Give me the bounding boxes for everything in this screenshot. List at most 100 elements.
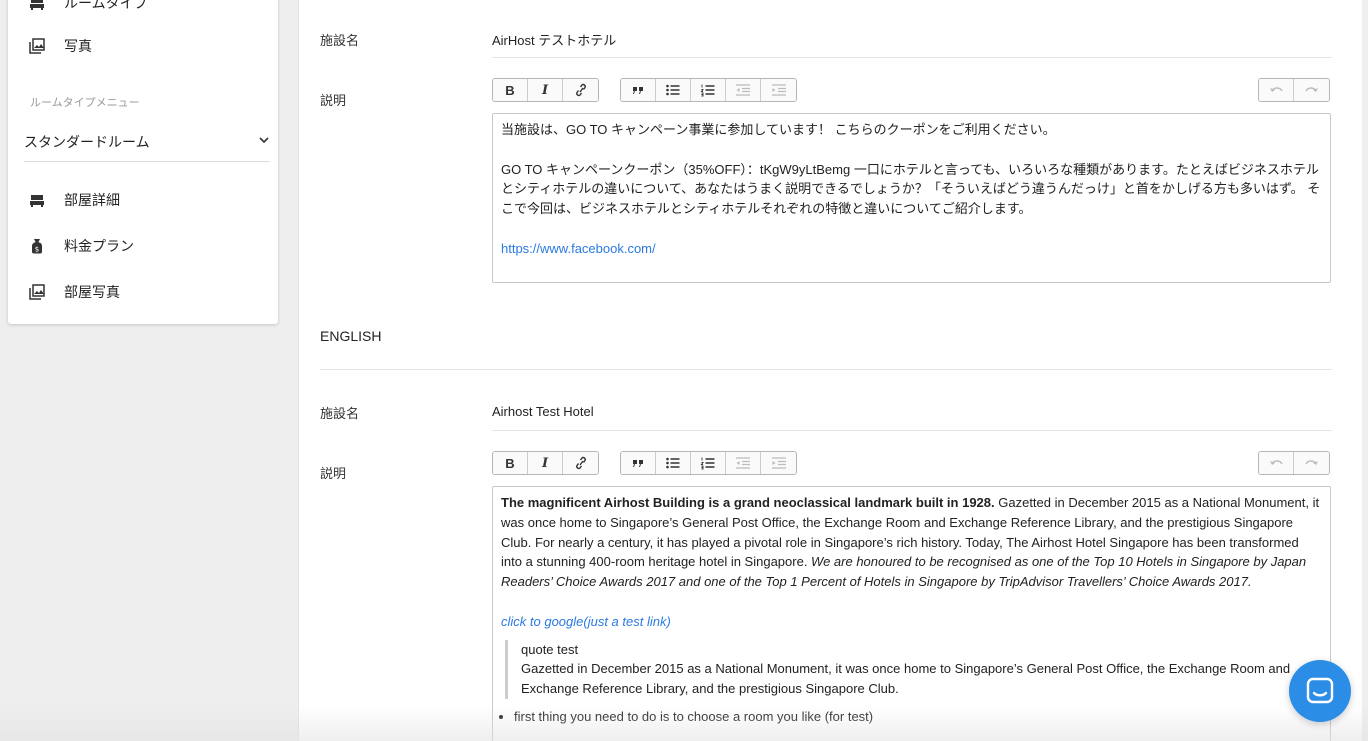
room-type-select[interactable]: スタンダードルーム bbox=[24, 122, 270, 162]
sidebar-item-label: 部屋詳細 bbox=[64, 192, 120, 208]
bed-icon bbox=[28, 191, 46, 209]
divider bbox=[320, 369, 1332, 370]
paragraph: The magnificent Airhost Building is a gr… bbox=[501, 493, 1322, 592]
outdent-icon bbox=[736, 84, 750, 96]
description-label-ja: 説明 bbox=[320, 93, 347, 108]
room-type-select-value: スタンダードルーム bbox=[24, 133, 150, 150]
sidebar-item-room-details[interactable]: 部屋詳細 bbox=[28, 185, 120, 215]
divider bbox=[492, 430, 1332, 431]
bullet-list-button[interactable] bbox=[656, 79, 691, 101]
chevron-down-icon bbox=[258, 134, 270, 149]
bullet-list: first thing you need to do is to choose … bbox=[514, 707, 1322, 727]
list-item: first thing you need to do is to choose … bbox=[514, 707, 1322, 727]
italic-icon: I bbox=[541, 455, 549, 471]
sidebar-item-room-photos[interactable]: 部屋写真 bbox=[28, 277, 120, 307]
undo-button[interactable] bbox=[1259, 452, 1294, 474]
link-button[interactable] bbox=[563, 452, 598, 474]
outdent-icon bbox=[736, 457, 750, 469]
indent-button[interactable] bbox=[761, 452, 796, 474]
sidebar: ルームタイプ 写真 ルームタイプメニュー スタンダードルーム 部屋詳細 $ 料金… bbox=[8, 0, 278, 324]
quote-icon bbox=[633, 460, 643, 467]
section-label: ルームタイプメニュー bbox=[30, 97, 140, 109]
sidebar-item-label: 料金プラン bbox=[64, 238, 134, 254]
quote-button[interactable] bbox=[621, 452, 656, 474]
quote-icon bbox=[633, 87, 643, 94]
outdent-button[interactable] bbox=[726, 79, 761, 101]
numbered-list-icon bbox=[700, 84, 715, 97]
chat-launcher-button[interactable] bbox=[1289, 660, 1351, 722]
italic-button[interactable]: I bbox=[528, 79, 563, 101]
bold-text: The magnificent Airhost Building is a gr… bbox=[501, 495, 995, 510]
editor-toolbar-ja: B I bbox=[492, 78, 1332, 104]
indent-icon bbox=[771, 457, 786, 469]
bold-icon: B bbox=[505, 455, 515, 471]
history-group bbox=[1258, 78, 1330, 102]
sidebar-item-label: 部屋写真 bbox=[64, 284, 120, 300]
chat-icon bbox=[1306, 677, 1334, 704]
block-group bbox=[620, 78, 797, 102]
sidebar-item-photos[interactable]: 写真 bbox=[28, 31, 92, 61]
numbered-list-icon bbox=[700, 457, 715, 470]
link-text: click to google(just a test link) bbox=[501, 613, 671, 629]
paragraph: 当施設は、GO TO キャンペーン事業に参加しています！ こちらのクーポンをご利… bbox=[501, 122, 1056, 137]
format-group: B I bbox=[492, 78, 599, 102]
block-group bbox=[620, 451, 797, 475]
sidebar-item-room-type[interactable]: ルームタイプ bbox=[28, 0, 148, 18]
paragraph: GO TO キャンペーンクーポン（35%OFF）：tKgW9yLtBemg 一口… bbox=[501, 161, 1321, 217]
bullet-list-icon bbox=[666, 84, 680, 96]
link-icon bbox=[575, 456, 586, 470]
format-group: B I bbox=[492, 451, 599, 475]
link-button[interactable] bbox=[563, 79, 598, 101]
divider bbox=[492, 57, 1332, 58]
bullet-list-button[interactable] bbox=[656, 452, 691, 474]
facility-name-value-en[interactable]: Airhost Test Hotel bbox=[492, 404, 594, 419]
section-title-english: ENGLISH bbox=[320, 328, 382, 344]
bold-button[interactable]: B bbox=[493, 452, 528, 474]
facility-name-value-ja[interactable]: AirHost テストホテル bbox=[492, 30, 616, 49]
indent-button[interactable] bbox=[761, 79, 796, 101]
paragraph: click to google(just a test link) bbox=[501, 612, 1322, 632]
description-editor-en[interactable]: The magnificent Airhost Building is a gr… bbox=[492, 486, 1331, 741]
redo-button[interactable] bbox=[1294, 452, 1329, 474]
bold-button[interactable]: B bbox=[493, 79, 528, 101]
indent-icon bbox=[771, 84, 786, 96]
quote-body: Gazetted in December 2015 as a National … bbox=[521, 661, 1291, 697]
google-link[interactable]: click to google(just a test link) bbox=[501, 614, 671, 629]
undo-icon bbox=[1270, 460, 1283, 465]
sidebar-item-label: ルームタイプ bbox=[64, 0, 148, 11]
redo-icon bbox=[1304, 460, 1318, 465]
photos-icon bbox=[28, 283, 46, 301]
undo-button[interactable] bbox=[1259, 79, 1294, 101]
numbered-list-button[interactable] bbox=[691, 79, 726, 101]
bullet-list-icon bbox=[666, 457, 680, 469]
redo-icon bbox=[1304, 87, 1318, 92]
description-editor-ja[interactable]: 当施設は、GO TO キャンペーン事業に参加しています！ こちらのクーポンをご利… bbox=[492, 113, 1331, 283]
bold-icon: B bbox=[505, 82, 515, 98]
editor-toolbar-en: B I bbox=[492, 451, 1332, 477]
quote-button[interactable] bbox=[621, 79, 656, 101]
description-label-en: 説明 bbox=[320, 466, 347, 481]
link-icon bbox=[575, 83, 586, 97]
money-bag-icon: $ bbox=[28, 237, 46, 255]
history-group bbox=[1258, 451, 1330, 475]
paragraph: https://www.facebook.com/ bbox=[501, 239, 1322, 259]
quote-title: quote test bbox=[521, 641, 579, 657]
blockquote: quote test Gazetted in December 2015 as … bbox=[505, 639, 1322, 699]
sidebar-item-rate-plans[interactable]: $ 料金プラン bbox=[28, 231, 134, 261]
undo-icon bbox=[1270, 87, 1283, 92]
numbered-list-button[interactable] bbox=[691, 452, 726, 474]
facebook-link[interactable]: https://www.facebook.com/ bbox=[501, 241, 656, 256]
main-panel: 施設名 AirHost テストホテル 説明 B I 当施設は、GO TO キャン… bbox=[298, 0, 1362, 741]
bed-icon bbox=[28, 0, 46, 12]
italic-button[interactable]: I bbox=[528, 452, 563, 474]
outdent-button[interactable] bbox=[726, 452, 761, 474]
photos-icon bbox=[28, 37, 46, 55]
italic-icon: I bbox=[541, 82, 549, 98]
svg-text:$: $ bbox=[35, 246, 39, 254]
sidebar-item-label: 写真 bbox=[64, 38, 92, 54]
redo-button[interactable] bbox=[1294, 79, 1329, 101]
facility-name-label-en: 施設名 bbox=[320, 406, 360, 421]
